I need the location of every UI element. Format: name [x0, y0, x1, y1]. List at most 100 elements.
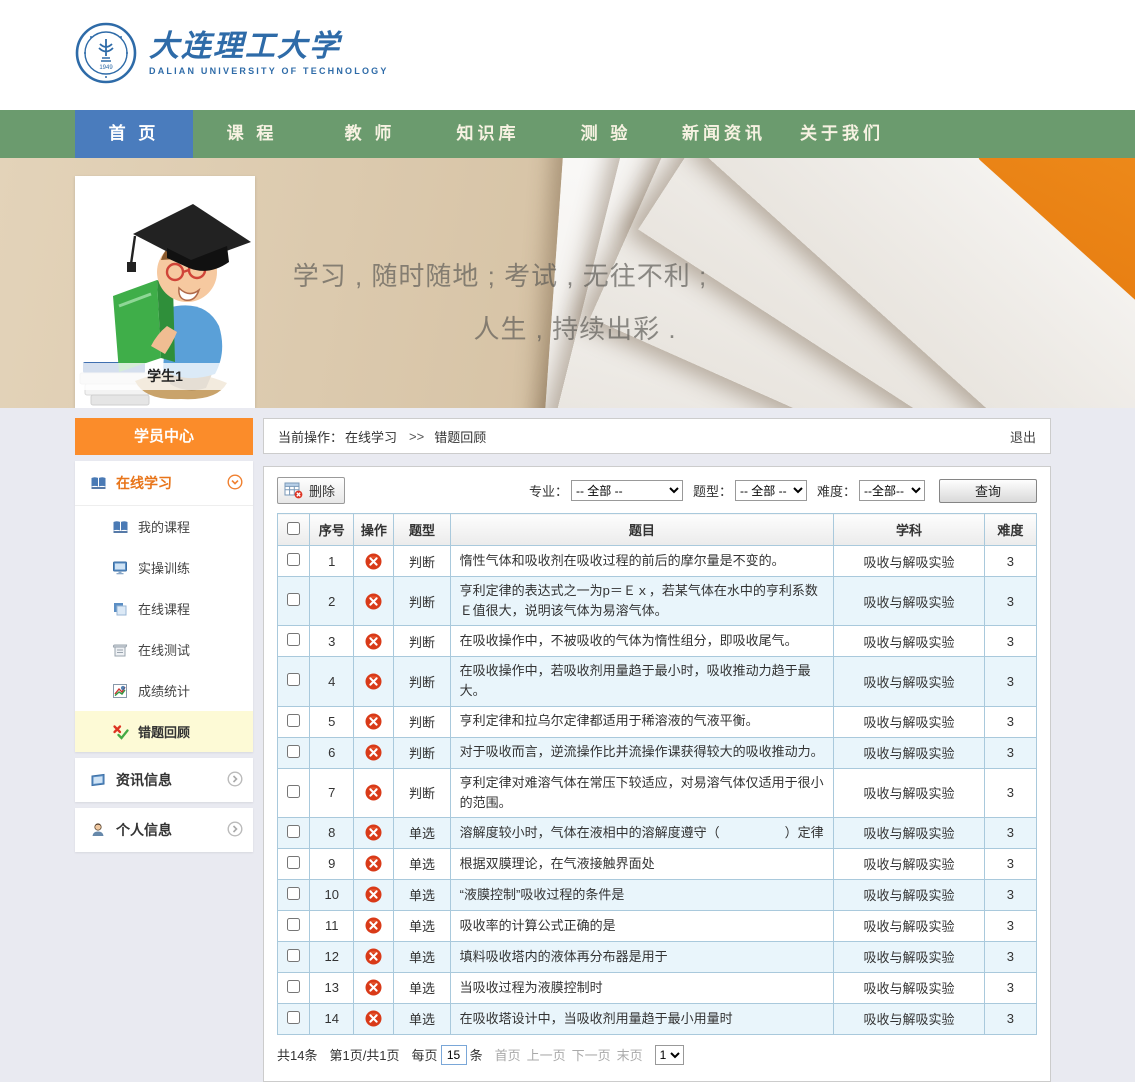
- sidebar-item-label: 个人信息: [116, 820, 172, 840]
- row-checkbox-cell: [278, 737, 310, 768]
- sidebar-subitem[interactable]: 在线测试: [75, 629, 253, 670]
- type-filter-select[interactable]: -- 全部 --: [735, 480, 807, 501]
- delete-question-icon[interactable]: [365, 593, 382, 610]
- next-page-link[interactable]: 下一页: [572, 1048, 611, 1063]
- breadcrumb-parent[interactable]: 在线学习: [345, 427, 397, 446]
- delete-question-icon[interactable]: [365, 948, 382, 965]
- row-checkbox[interactable]: [287, 633, 300, 646]
- delete-button[interactable]: 删除: [277, 477, 345, 504]
- per-page-input[interactable]: [441, 1045, 467, 1065]
- nav-item[interactable]: 课 程: [193, 110, 311, 158]
- sidebar-subitem[interactable]: 实操训练: [75, 547, 253, 588]
- major-filter-select[interactable]: -- 全部 --: [571, 480, 683, 501]
- subject: 吸收与解吸实验: [834, 879, 985, 910]
- logout-link[interactable]: 退出: [1010, 427, 1036, 446]
- question-text: 亨利定律的表达式之一为p＝Ｅｘ，若某气体在水中的亨利系数Ｅ值很大，说明该气体为易…: [450, 577, 834, 626]
- row-checkbox[interactable]: [287, 714, 300, 727]
- sidebar-subitem[interactable]: 在线课程: [75, 588, 253, 629]
- row-number: 14: [310, 1003, 354, 1034]
- delete-question-icon[interactable]: [365, 1010, 382, 1027]
- nav-item[interactable]: 关于我们: [783, 110, 901, 158]
- nav-item[interactable]: 知识库: [429, 110, 547, 158]
- prev-page-link[interactable]: 上一页: [527, 1048, 566, 1063]
- sidebar-subitem[interactable]: 我的课程: [75, 506, 253, 547]
- row-checkbox[interactable]: [287, 949, 300, 962]
- delete-question-icon[interactable]: [365, 886, 382, 903]
- delete-question-icon[interactable]: [365, 855, 382, 872]
- delete-question-icon[interactable]: [365, 979, 382, 996]
- nav-item[interactable]: 首 页: [75, 110, 193, 158]
- last-page-link[interactable]: 末页: [617, 1048, 643, 1063]
- col-header-subject: 学科: [834, 514, 985, 546]
- row-checkbox[interactable]: [287, 918, 300, 931]
- difficulty: 3: [984, 768, 1036, 817]
- question-text: 当吸收过程为液膜控制时: [450, 972, 834, 1003]
- delete-question-icon[interactable]: [365, 553, 382, 570]
- delete-question-icon[interactable]: [365, 633, 382, 650]
- row-checkbox[interactable]: [287, 856, 300, 869]
- submenu: 我的课程实操训练在线课程在线测试成绩统计错题回顾: [75, 506, 253, 752]
- hero-banner: 学习 , 随时随地 ; 考试 , 无往不利 ; 人生 , 持续出彩 .: [0, 158, 1135, 408]
- table-row: 4判断在吸收操作中，若吸收剂用量趋于最小时，吸收推动力趋于最大。吸收与解吸实验3: [278, 657, 1037, 706]
- row-checkbox[interactable]: [287, 825, 300, 838]
- row-checkbox[interactable]: [287, 593, 300, 606]
- row-action-cell: [354, 706, 394, 737]
- col-header-no: 序号: [310, 514, 354, 546]
- nav-item[interactable]: 教 师: [311, 110, 429, 158]
- table-row: 3判断在吸收操作中，不被吸收的气体为惰性组分，即吸收尾气。吸收与解吸实验3: [278, 626, 1037, 657]
- tv-icon: [89, 772, 107, 788]
- delete-question-icon[interactable]: [365, 824, 382, 841]
- question-text: 在吸收操作中，若吸收剂用量趋于最小时，吸收推动力趋于最大。: [450, 657, 834, 706]
- difficulty: 3: [984, 546, 1036, 577]
- delete-question-icon[interactable]: [365, 713, 382, 730]
- person-icon: [89, 822, 107, 838]
- page-select[interactable]: 1: [655, 1045, 684, 1065]
- sidebar-subitem[interactable]: 成绩统计: [75, 670, 253, 711]
- sidebar-sections: 资讯信息个人信息: [75, 758, 253, 852]
- flyer-graphic: [976, 158, 1135, 317]
- row-number: 2: [310, 577, 354, 626]
- row-number: 4: [310, 657, 354, 706]
- row-number: 13: [310, 972, 354, 1003]
- delete-question-icon[interactable]: [365, 784, 382, 801]
- question-text: 填料吸收塔内的液体再分布器是用于: [450, 941, 834, 972]
- row-checkbox[interactable]: [287, 1011, 300, 1024]
- filter-label: 难度：: [817, 481, 856, 500]
- sidebar-item-profile[interactable]: 个人信息: [75, 808, 253, 852]
- delete-question-icon[interactable]: [365, 673, 382, 690]
- question-text: 根据双膜理论，在气液接触界面处: [450, 848, 834, 879]
- row-checkbox[interactable]: [287, 745, 300, 758]
- sidebar-item-news[interactable]: 资讯信息: [75, 758, 253, 802]
- table-row: 10单选“液膜控制”吸收过程的条件是吸收与解吸实验3: [278, 879, 1037, 910]
- chevron-down-circle-icon: [227, 474, 243, 493]
- per-page-suffix: 条: [470, 1045, 483, 1064]
- delete-question-icon[interactable]: [365, 917, 382, 934]
- sidebar-subitem[interactable]: 错题回顾: [75, 711, 253, 752]
- subject: 吸收与解吸实验: [834, 737, 985, 768]
- query-button[interactable]: 查询: [939, 479, 1037, 503]
- nav-item[interactable]: 新闻资讯: [665, 110, 783, 158]
- row-checkbox-cell: [278, 626, 310, 657]
- nav-item[interactable]: 测 验: [547, 110, 665, 158]
- row-checkbox[interactable]: [287, 785, 300, 798]
- student-center-header[interactable]: 学员中心: [75, 418, 253, 455]
- question-type: 单选: [394, 1003, 450, 1034]
- select-all-checkbox[interactable]: [287, 522, 300, 535]
- row-checkbox[interactable]: [287, 887, 300, 900]
- row-checkbox[interactable]: [287, 553, 300, 566]
- sidebar-item-online-learning[interactable]: 在线学习: [75, 461, 253, 506]
- difficulty-filter-select[interactable]: --全部--: [859, 480, 925, 501]
- question-text: “液膜控制”吸收过程的条件是: [450, 879, 834, 910]
- delete-question-icon[interactable]: [365, 744, 382, 761]
- row-checkbox[interactable]: [287, 673, 300, 686]
- row-checkbox-cell: [278, 910, 310, 941]
- question-type: 单选: [394, 879, 450, 910]
- breadcrumb-separator: >>: [409, 429, 424, 444]
- subject: 吸收与解吸实验: [834, 706, 985, 737]
- sidebar-item-label: 资讯信息: [116, 770, 172, 790]
- row-action-cell: [354, 768, 394, 817]
- subject: 吸收与解吸实验: [834, 941, 985, 972]
- university-seal-icon: 1949: [75, 22, 137, 84]
- row-checkbox[interactable]: [287, 980, 300, 993]
- first-page-link[interactable]: 首页: [495, 1048, 521, 1063]
